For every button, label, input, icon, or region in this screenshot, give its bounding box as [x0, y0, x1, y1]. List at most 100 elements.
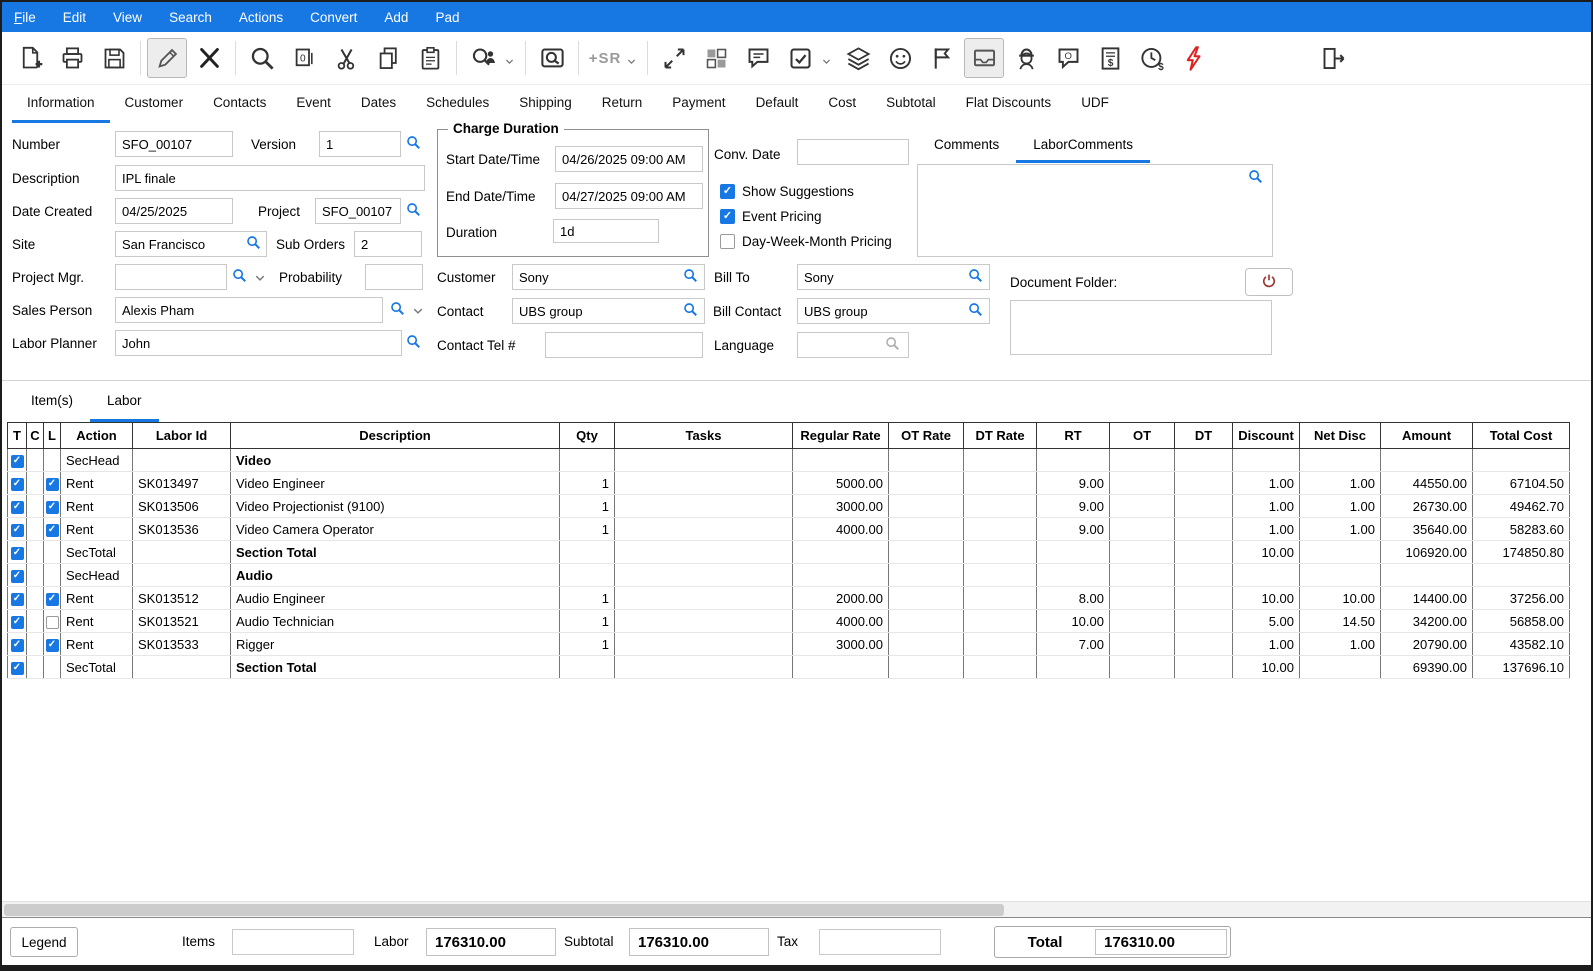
site-search-icon[interactable]	[245, 234, 263, 252]
invoice-icon[interactable]: $	[1090, 38, 1130, 78]
menu-file[interactable]: File	[14, 10, 36, 25]
checkbox-box[interactable]	[720, 234, 735, 249]
subtab-labor[interactable]: Labor	[90, 381, 159, 422]
tab-flat-discounts[interactable]: Flat Discounts	[951, 85, 1067, 123]
project-field[interactable]	[315, 198, 401, 224]
tab-shipping[interactable]: Shipping	[504, 85, 587, 123]
table-row[interactable]: ✓SecTotalSection Total10.00106920.001748…	[8, 541, 1570, 564]
sales-person-field[interactable]	[115, 297, 383, 323]
description-field[interactable]	[115, 165, 425, 191]
table-row[interactable]: ✓✓RentSK013533Rigger13000.007.001.001.00…	[8, 633, 1570, 656]
comments-search-icon[interactable]	[1247, 168, 1265, 186]
t-checkbox[interactable]: ✓	[11, 524, 24, 537]
flag-icon[interactable]	[922, 38, 962, 78]
tab-event[interactable]: Event	[281, 85, 346, 123]
tab-contacts[interactable]: Contacts	[198, 85, 281, 123]
column-header-l[interactable]: L	[44, 423, 61, 449]
comments-tab-comments[interactable]: Comments	[917, 131, 1016, 163]
date-created-field[interactable]	[115, 198, 233, 224]
t-checkbox[interactable]: ✓	[11, 570, 24, 583]
column-header-total-cost[interactable]: Total Cost	[1473, 423, 1570, 449]
subtab-item-s[interactable]: Item(s)	[14, 381, 90, 422]
column-header-regular-rate[interactable]: Regular Rate	[793, 423, 889, 449]
t-checkbox[interactable]: ✓	[11, 616, 24, 629]
paste-icon[interactable]	[410, 38, 450, 78]
project-mgr-chevron-down-icon[interactable]	[251, 269, 269, 287]
copy-icon[interactable]	[368, 38, 408, 78]
l-checkbox[interactable]: ✓	[46, 593, 59, 606]
version-field[interactable]	[319, 131, 401, 157]
chevron-down-icon[interactable]	[502, 54, 517, 69]
column-header-description[interactable]: Description	[231, 423, 560, 449]
scrollbar-thumb[interactable]	[4, 904, 1004, 916]
new-document-icon[interactable]	[10, 38, 50, 78]
t-checkbox[interactable]: ✓	[11, 547, 24, 560]
column-header-net-disc[interactable]: Net Disc	[1300, 423, 1381, 449]
document-folder-textarea[interactable]	[1010, 300, 1272, 355]
l-checkbox[interactable]: ✓	[46, 524, 59, 537]
worker-icon[interactable]	[1006, 38, 1046, 78]
l-checkbox[interactable]	[46, 616, 59, 629]
tab-subtotal[interactable]: Subtotal	[871, 85, 951, 123]
menu-add[interactable]: Add	[384, 10, 408, 25]
tab-cost[interactable]: Cost	[813, 85, 871, 123]
column-header-qty[interactable]: Qty	[560, 423, 615, 449]
contact-tel-field[interactable]	[545, 332, 703, 358]
cut-icon[interactable]	[326, 38, 366, 78]
end-datetime-field[interactable]	[555, 183, 703, 209]
version-search-icon[interactable]	[405, 134, 423, 152]
checkbox-box[interactable]: ✓	[720, 209, 735, 224]
menu-edit[interactable]: Edit	[63, 10, 86, 25]
table-row[interactable]: ✓✓RentSK013512Audio Engineer12000.008.00…	[8, 587, 1570, 610]
edit-pencil-icon[interactable]	[147, 38, 187, 78]
t-checkbox[interactable]: ✓	[11, 501, 24, 514]
comments-tab-laborcomments[interactable]: LaborComments	[1016, 131, 1150, 163]
calendar-check-icon[interactable]	[780, 38, 820, 78]
delete-x-icon[interactable]	[189, 38, 229, 78]
chevron-down-icon[interactable]	[819, 54, 834, 69]
tab-customer[interactable]: Customer	[110, 85, 199, 123]
l-checkbox[interactable]: ✓	[46, 639, 59, 652]
column-header-dt-rate[interactable]: DT Rate	[964, 423, 1037, 449]
bill-contact-search-icon[interactable]	[967, 301, 985, 319]
table-row[interactable]: ✓SecHeadAudio	[8, 564, 1570, 587]
project-mgr-search-icon[interactable]	[231, 267, 249, 285]
horizontal-scrollbar[interactable]	[2, 901, 1591, 917]
chevron-down-icon[interactable]	[624, 54, 639, 69]
lightning-icon[interactable]	[1174, 38, 1214, 78]
project-mgr-field[interactable]	[115, 264, 227, 290]
save-icon[interactable]	[94, 38, 134, 78]
tab-payment[interactable]: Payment	[657, 85, 740, 123]
l-checkbox[interactable]: ✓	[46, 501, 59, 514]
tab-information[interactable]: Information	[12, 85, 110, 123]
sub-orders-field[interactable]	[354, 231, 422, 257]
table-row[interactable]: ✓✓RentSK013536Video Camera Operator14000…	[8, 518, 1570, 541]
column-header-dt[interactable]: DT	[1175, 423, 1233, 449]
t-checkbox[interactable]: ✓	[11, 478, 24, 491]
document-folder-button[interactable]	[1245, 268, 1293, 296]
duration-field[interactable]	[553, 219, 659, 243]
smiley-icon[interactable]	[880, 38, 920, 78]
bill-to-field[interactable]	[797, 264, 990, 290]
menu-view[interactable]: View	[113, 10, 142, 25]
sales-person-chevron-down-icon[interactable]	[409, 302, 427, 320]
tab-udf[interactable]: UDF	[1066, 85, 1124, 123]
layers-icon[interactable]	[838, 38, 878, 78]
project-search-icon[interactable]	[405, 201, 423, 219]
print-icon[interactable]	[52, 38, 92, 78]
conv-date-field[interactable]	[797, 139, 909, 165]
legend-button[interactable]: Legend	[10, 927, 78, 957]
labor-planner-search-icon[interactable]	[405, 333, 423, 351]
labor-planner-field[interactable]	[115, 330, 402, 356]
table-row[interactable]: ✓✓RentSK013497Video Engineer15000.009.00…	[8, 472, 1570, 495]
contact-field[interactable]	[512, 298, 705, 324]
column-header-ot[interactable]: OT	[1110, 423, 1175, 449]
column-header-discount[interactable]: Discount	[1233, 423, 1300, 449]
column-header-labor-id[interactable]: Labor Id	[133, 423, 231, 449]
search-person-icon[interactable]	[463, 38, 503, 78]
table-row[interactable]: ✓SecHeadVideo	[8, 449, 1570, 472]
checkbox-event-pricing[interactable]: ✓Event Pricing	[720, 209, 822, 224]
add-sr-button[interactable]: +SR	[585, 38, 625, 78]
customer-field[interactable]	[512, 264, 705, 290]
column-header-tasks[interactable]: Tasks	[615, 423, 793, 449]
